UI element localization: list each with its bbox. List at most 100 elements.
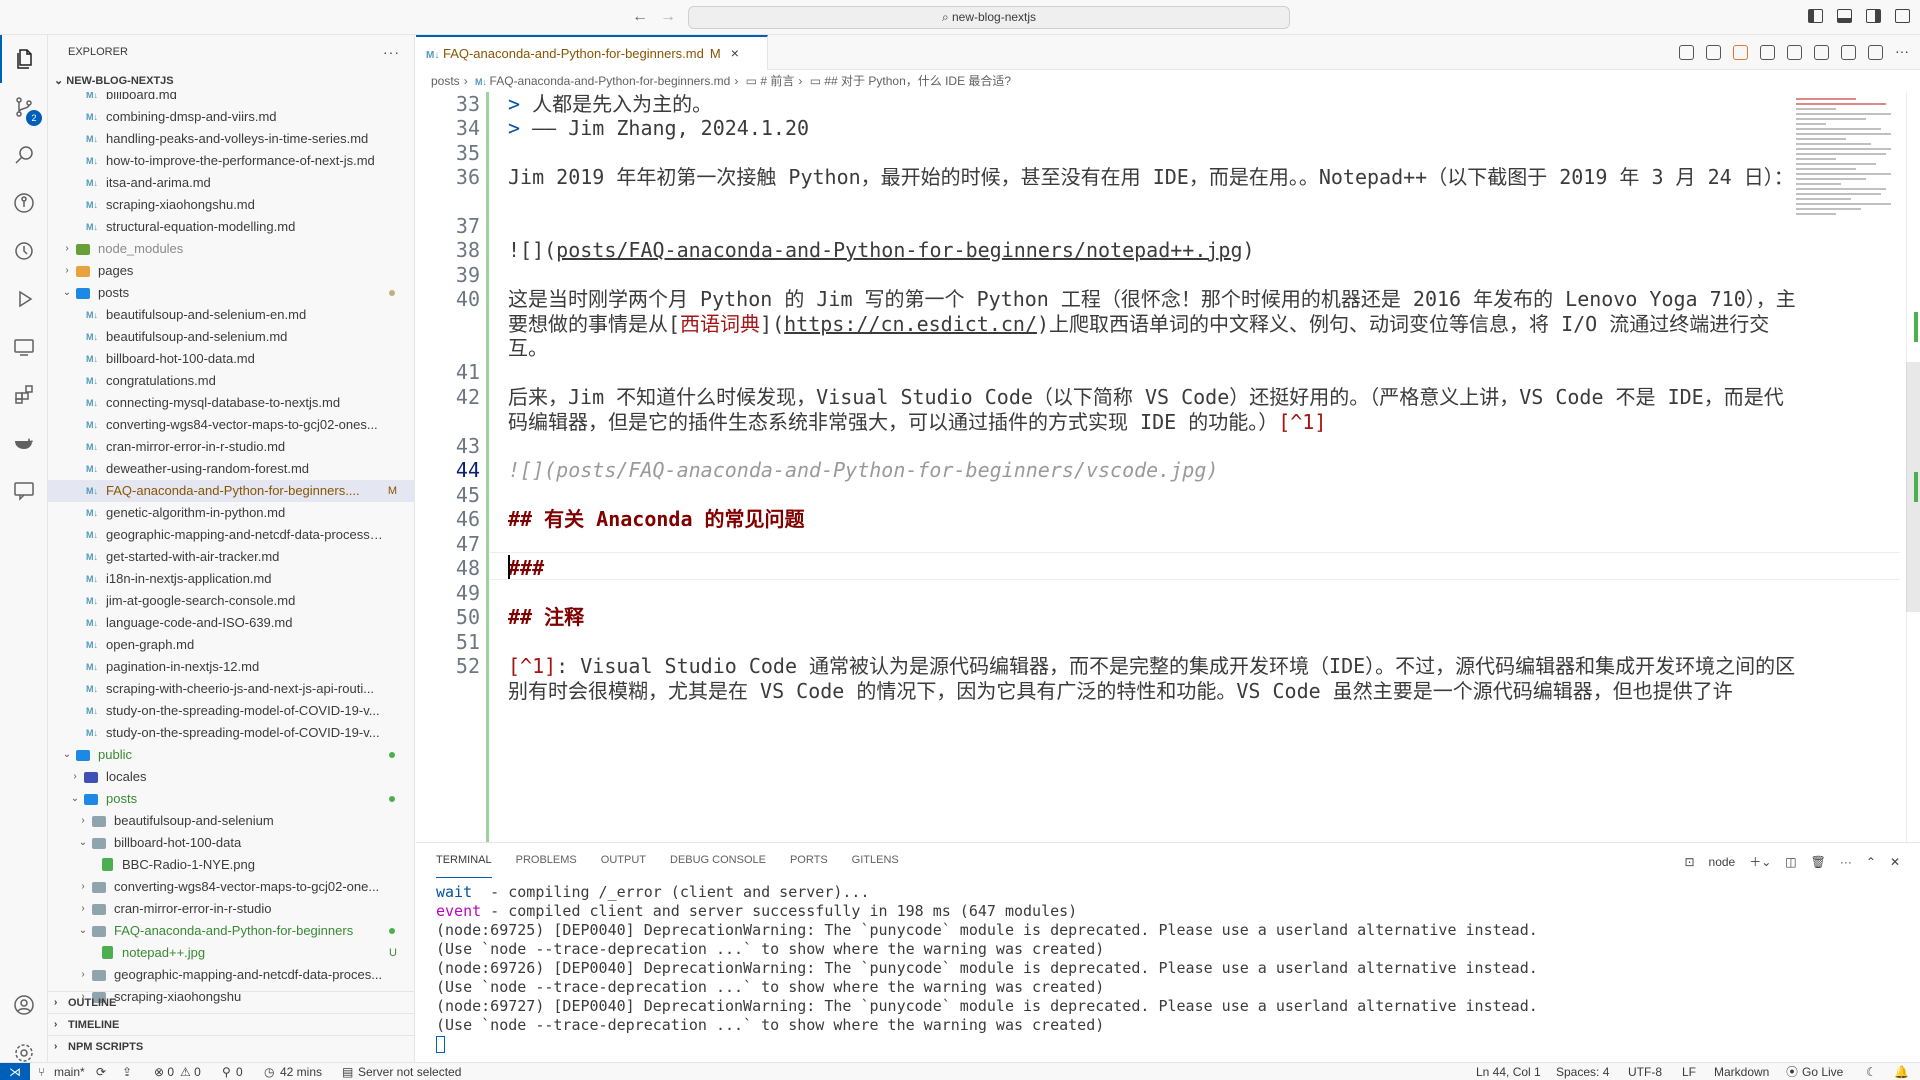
terminal-shell-label[interactable]: node — [1709, 855, 1736, 869]
server-status[interactable]: Server not selected — [358, 1063, 461, 1080]
project-header[interactable]: ⌄ NEW-BLOG-NEXTJS — [48, 70, 414, 92]
browser-preview-icon[interactable] — [1760, 45, 1775, 60]
code-line[interactable]: > —— Jim Zhang, 2024.1.20 — [508, 116, 1798, 140]
code-line[interactable]: ![](posts/FAQ-anaconda-and-Python-for-be… — [508, 238, 1798, 262]
tree-file[interactable]: notepad++.jpg U — [48, 942, 414, 964]
cursor-position[interactable]: Ln 44, Col 1 — [1476, 1063, 1541, 1080]
session-time[interactable]: 42 mins — [280, 1063, 322, 1080]
split-terminal-icon[interactable]: ◫ — [1785, 855, 1796, 869]
indentation[interactable]: Spaces: 4 — [1556, 1063, 1609, 1080]
code-line[interactable]: > 人都是先入为主的。 — [508, 92, 1798, 116]
customize-layout-icon[interactable] — [1895, 9, 1910, 23]
encoding[interactable]: UTF-8 — [1628, 1063, 1662, 1080]
code-line[interactable]: 后来，Jim 不知道什么时候发现，Visual Studio Code（以下简称… — [508, 385, 1798, 434]
editor-scrollbar[interactable] — [1906, 92, 1920, 842]
tab-output[interactable]: OUTPUT — [601, 843, 646, 878]
extensions-icon[interactable] — [0, 371, 48, 419]
tree-file[interactable]: M↓ handling-peaks-and-volleys-in-time-ser… — [48, 128, 414, 150]
npm-scripts-section[interactable]: › NPM SCRIPTS — [48, 1035, 414, 1057]
tree-file[interactable]: M↓ i18n-in-nextjs-application.md — [48, 568, 414, 590]
code-line[interactable]: 这是当时刚学两个月 Python 的 Jim 写的第一个 Python 工程（很… — [508, 287, 1798, 361]
preview-icon[interactable] — [1706, 45, 1721, 60]
tree-folder[interactable]: ⌄ public — [48, 744, 414, 766]
tree-folder[interactable]: ⌄ posts — [48, 282, 414, 304]
breadcrumb-folder[interactable]: posts — [431, 74, 460, 88]
breadcrumb-file[interactable]: FAQ-anaconda-and-Python-for-beginners.md — [490, 74, 731, 88]
tree-folder[interactable]: › node_modules — [48, 238, 414, 260]
tree-file[interactable]: M↓ cran-mirror-error-in-r-studio.md — [48, 436, 414, 458]
notifications-icon[interactable]: 🔔 — [1894, 1063, 1909, 1080]
run-and-debug-icon[interactable] — [0, 275, 48, 323]
tree-file[interactable]: M↓ scraping-xiaohongshu.md — [48, 194, 414, 216]
code-editor[interactable]: 33 34 35 36 37 38 39 40 41 42 43 44 45 46 47 48 49 50 51 52… — [416, 92, 1920, 842]
tree-file[interactable]: M↓ combining-dmsp-and-viirs.md — [48, 106, 414, 128]
more-actions-icon[interactable]: ··· — [383, 35, 400, 70]
tree-file[interactable]: M↓ genetic-algorithm-in-python.md — [48, 502, 414, 524]
code-line[interactable]: ![](posts/FAQ-anaconda-and-Python-for-be… — [508, 458, 1798, 482]
sync-icon[interactable]: ⟳ — [96, 1063, 106, 1080]
tree-folder[interactable]: › converting-wgs84-vector-maps-to-gcj02-o… — [48, 876, 414, 898]
timeline-section[interactable]: › TIMELINE — [48, 1013, 414, 1035]
maximize-panel-icon[interactable]: ⌃ — [1866, 855, 1876, 869]
tree-file[interactable]: M↓ connecting-mysql-database-to-nextjs.md — [48, 392, 414, 414]
docker-icon[interactable] — [0, 419, 48, 467]
forward-button[interactable]: → — [660, 8, 676, 26]
editor-more-icon[interactable]: ··· — [1895, 44, 1910, 60]
compare-icon[interactable] — [1841, 45, 1856, 60]
tree-folder[interactable]: ⌄ FAQ-anaconda-and-Python-for-beginners — [48, 920, 414, 942]
tree-file[interactable]: M↓ beautifulsoup-and-selenium.md — [48, 326, 414, 348]
tree-file[interactable]: M↓ jim-at-google-search-console.md — [48, 590, 414, 612]
remote-explorer-icon[interactable] — [0, 323, 48, 371]
tree-file[interactable]: M↓ study-on-the-spreading-model-of-COVID-… — [48, 722, 414, 744]
code-line[interactable]: ## 有关 Anaconda 的常见问题 — [508, 507, 1798, 531]
tree-file[interactable]: M↓ study-on-the-spreading-model-of-COVID-… — [48, 700, 414, 722]
tree-file[interactable]: M↓ converting-wgs84-vector-maps-to-gcj02-… — [48, 414, 414, 436]
tree-file[interactable]: M↓ open-graph.md — [48, 634, 414, 656]
source-control-icon[interactable]: 2 — [0, 83, 48, 131]
command-center-search[interactable]: ⌕ new-blog-nextjs — [688, 6, 1290, 29]
breadcrumb-heading-2[interactable]: ## 对于 Python，什么 IDE 最合适? — [824, 74, 1011, 88]
terminal-output[interactable]: wait - compiling /_error (client and ser… — [436, 883, 1906, 1054]
tree-folder[interactable]: ⌄ billboard-hot-100-data — [48, 832, 414, 854]
image-path-link[interactable]: posts/FAQ-anaconda-and-Python-for-beginn… — [556, 238, 1242, 262]
tab-ports[interactable]: PORTS — [790, 843, 828, 878]
tab-close-icon[interactable]: × — [731, 45, 739, 61]
publish-icon[interactable]: ⇪ — [122, 1063, 132, 1080]
tree-folder[interactable]: › pages — [48, 260, 414, 282]
warnings-count[interactable]: ⚠ 0 — [180, 1063, 201, 1080]
tree-file[interactable]: M↓ language-code-and-ISO-639.md — [48, 612, 414, 634]
tree-file[interactable]: M↓ itsa-and-arima.md — [48, 172, 414, 194]
tab-faq-anaconda[interactable]: M↓ FAQ-anaconda-and-Python-for-beginners… — [416, 35, 768, 70]
tree-file[interactable]: M↓ congratulations.md — [48, 370, 414, 392]
code-line[interactable]: Jim 2019 年年初第一次接触 Python，最开始的时候，甚至没有在用 I… — [508, 165, 1798, 190]
go-live-button[interactable]: Go Live — [1802, 1063, 1843, 1080]
terminal-prompt[interactable] — [436, 1035, 1906, 1054]
tree-file[interactable]: M↓ deweather-using-random-forest.md — [48, 458, 414, 480]
tree-file[interactable]: M↓ billboard-hot-100-data.md — [48, 348, 414, 370]
preview-side-icon[interactable] — [1733, 45, 1748, 60]
code-line[interactable]: ## 注释 — [508, 605, 1798, 629]
footnote-ref[interactable]: [^1] — [1278, 410, 1326, 434]
comments-icon[interactable] — [0, 467, 48, 515]
gitlens-graph-icon[interactable] — [1787, 45, 1802, 60]
tab-gitlens[interactable]: GITLENS — [852, 843, 899, 878]
tree-file[interactable]: BBC-Radio-1-NYE.png — [48, 854, 414, 876]
tree-file[interactable]: M↓ beautifulsoup-and-selenium-en.md — [48, 304, 414, 326]
copilot-icon[interactable]: ☾ — [1866, 1063, 1877, 1080]
errors-count[interactable]: ⊗ 0 — [154, 1063, 174, 1080]
outline-section[interactable]: › OUTLINE — [48, 991, 414, 1013]
search-icon[interactable] — [0, 131, 48, 179]
tree-file[interactable]: M↓ how-to-improve-the-performance-of-next… — [48, 150, 414, 172]
ports-count[interactable]: 0 — [236, 1063, 243, 1080]
new-terminal-icon[interactable]: ＋⌄ — [1749, 853, 1771, 870]
toggle-secondary-sidebar-icon[interactable] — [1866, 9, 1881, 23]
kill-terminal-icon[interactable]: 🗑 — [1811, 855, 1826, 869]
code-content[interactable]: > 人都是先入为主的。 > —— Jim Zhang, 2024.1.20 Jim … — [508, 92, 1798, 842]
explorer-icon[interactable] — [0, 35, 48, 83]
tree-file[interactable]: M↓ FAQ-anaconda-and-Python-for-beginners.… — [48, 480, 414, 502]
tree-file[interactable]: M↓ pagination-in-nextjs-12.md — [48, 656, 414, 678]
split-editor-icon[interactable] — [1868, 45, 1883, 60]
panel-more-icon[interactable]: ··· — [1840, 855, 1852, 869]
tree-file[interactable]: M↓ geographic-mapping-and-netcdf-data-pro… — [48, 524, 414, 546]
tree-folder[interactable]: › cran-mirror-error-in-r-studio — [48, 898, 414, 920]
